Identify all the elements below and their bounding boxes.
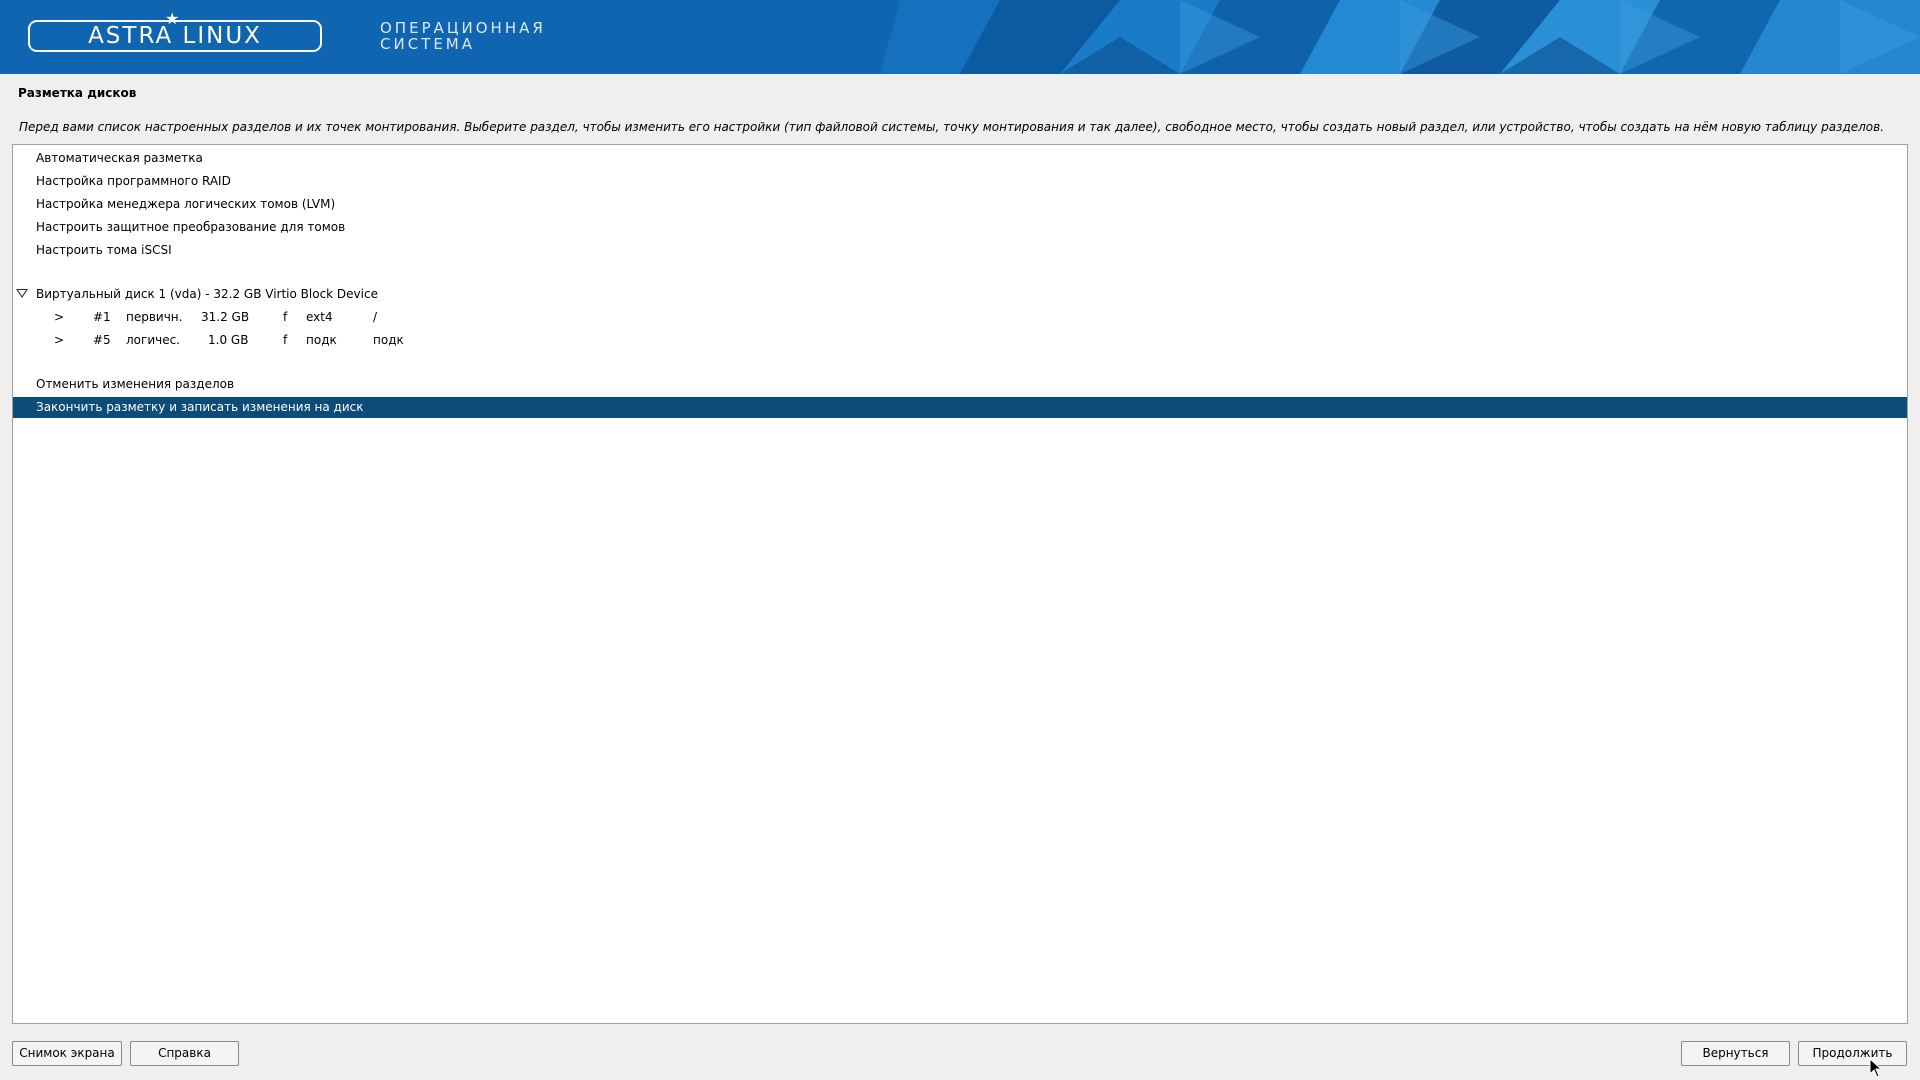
list-item-label: Настройка программного RAID: [36, 174, 231, 188]
partition-filesystem: подк: [306, 333, 337, 347]
disk-label: Виртуальный диск 1 (vda) - 32.2 GB Virti…: [36, 287, 378, 301]
partition-number: #5: [93, 333, 111, 347]
header-banner: ★ ASTRA LINUX ОПЕРАЦИОННАЯ СИСТЕМА: [0, 0, 1920, 74]
partition-row-5[interactable]: > #5 логичес. 1.0 GB f подк подк: [13, 330, 1907, 351]
list-item-encryption[interactable]: Настроить защитное преобразование для то…: [13, 217, 1907, 238]
list-item-label: Автоматическая разметка: [36, 151, 203, 165]
back-button[interactable]: Вернуться: [1681, 1041, 1790, 1066]
list-item-finish-partitioning[interactable]: Закончить разметку и записать изменения …: [13, 397, 1907, 418]
list-item-undo-changes[interactable]: Отменить изменения разделов: [13, 374, 1907, 395]
partition-size: 31.2 GB: [201, 310, 250, 324]
partition-row-1[interactable]: > #1 первичн. 31.2 GB f ext4 /: [13, 307, 1907, 328]
chevron-right-icon: >: [54, 333, 65, 347]
list-item-lvm[interactable]: Настройка менеджера логических томов (LV…: [13, 194, 1907, 215]
partition-type: первичн.: [126, 310, 183, 324]
list-item-label: Настроить тома iSCSI: [36, 243, 172, 257]
partition-mountpoint: подк: [373, 333, 404, 347]
page-title: Разметка дисков: [18, 86, 137, 100]
partition-size: 1.0 GB: [208, 333, 249, 347]
mouse-cursor-icon: [1869, 1058, 1883, 1078]
tagline-line1: ОПЕРАЦИОННАЯ: [380, 19, 546, 37]
tagline-line2: СИСТЕМА: [380, 35, 476, 53]
continue-button[interactable]: Продолжить: [1798, 1041, 1907, 1066]
banner-tagline: ОПЕРАЦИОННАЯ СИСТЕМА: [380, 20, 546, 52]
disk-row-vda[interactable]: Виртуальный диск 1 (vda) - 32.2 GB Virti…: [13, 284, 1907, 305]
partition-filesystem: ext4: [306, 310, 333, 324]
list-item-auto-partition[interactable]: Автоматическая разметка: [13, 148, 1907, 169]
list-item-label: Отменить изменения разделов: [36, 377, 235, 391]
list-item-label: Закончить разметку и записать изменения …: [36, 400, 364, 414]
chevron-right-icon: >: [54, 310, 65, 324]
partition-mountpoint: /: [373, 310, 378, 324]
page-description: Перед вами список настроенных разделов и…: [19, 120, 1885, 134]
list-item-iscsi[interactable]: Настроить тома iSCSI: [13, 240, 1907, 261]
partition-flag: f: [283, 310, 288, 324]
list-item-label: Настройка менеджера логических томов (LV…: [36, 197, 336, 211]
partition-list[interactable]: Автоматическая разметка Настройка програ…: [12, 144, 1908, 1024]
partition-flag: f: [283, 333, 288, 347]
help-button[interactable]: Справка: [130, 1041, 239, 1066]
astra-logo-text: ASTRA LINUX: [88, 23, 262, 49]
partition-number: #1: [93, 310, 111, 324]
list-item-raid[interactable]: Настройка программного RAID: [13, 171, 1907, 192]
list-item-label: Настроить защитное преобразование для то…: [36, 220, 346, 234]
expand-triangle-icon[interactable]: [16, 289, 28, 298]
screenshot-button[interactable]: Снимок экрана: [12, 1041, 122, 1066]
partition-type: логичес.: [126, 333, 180, 347]
